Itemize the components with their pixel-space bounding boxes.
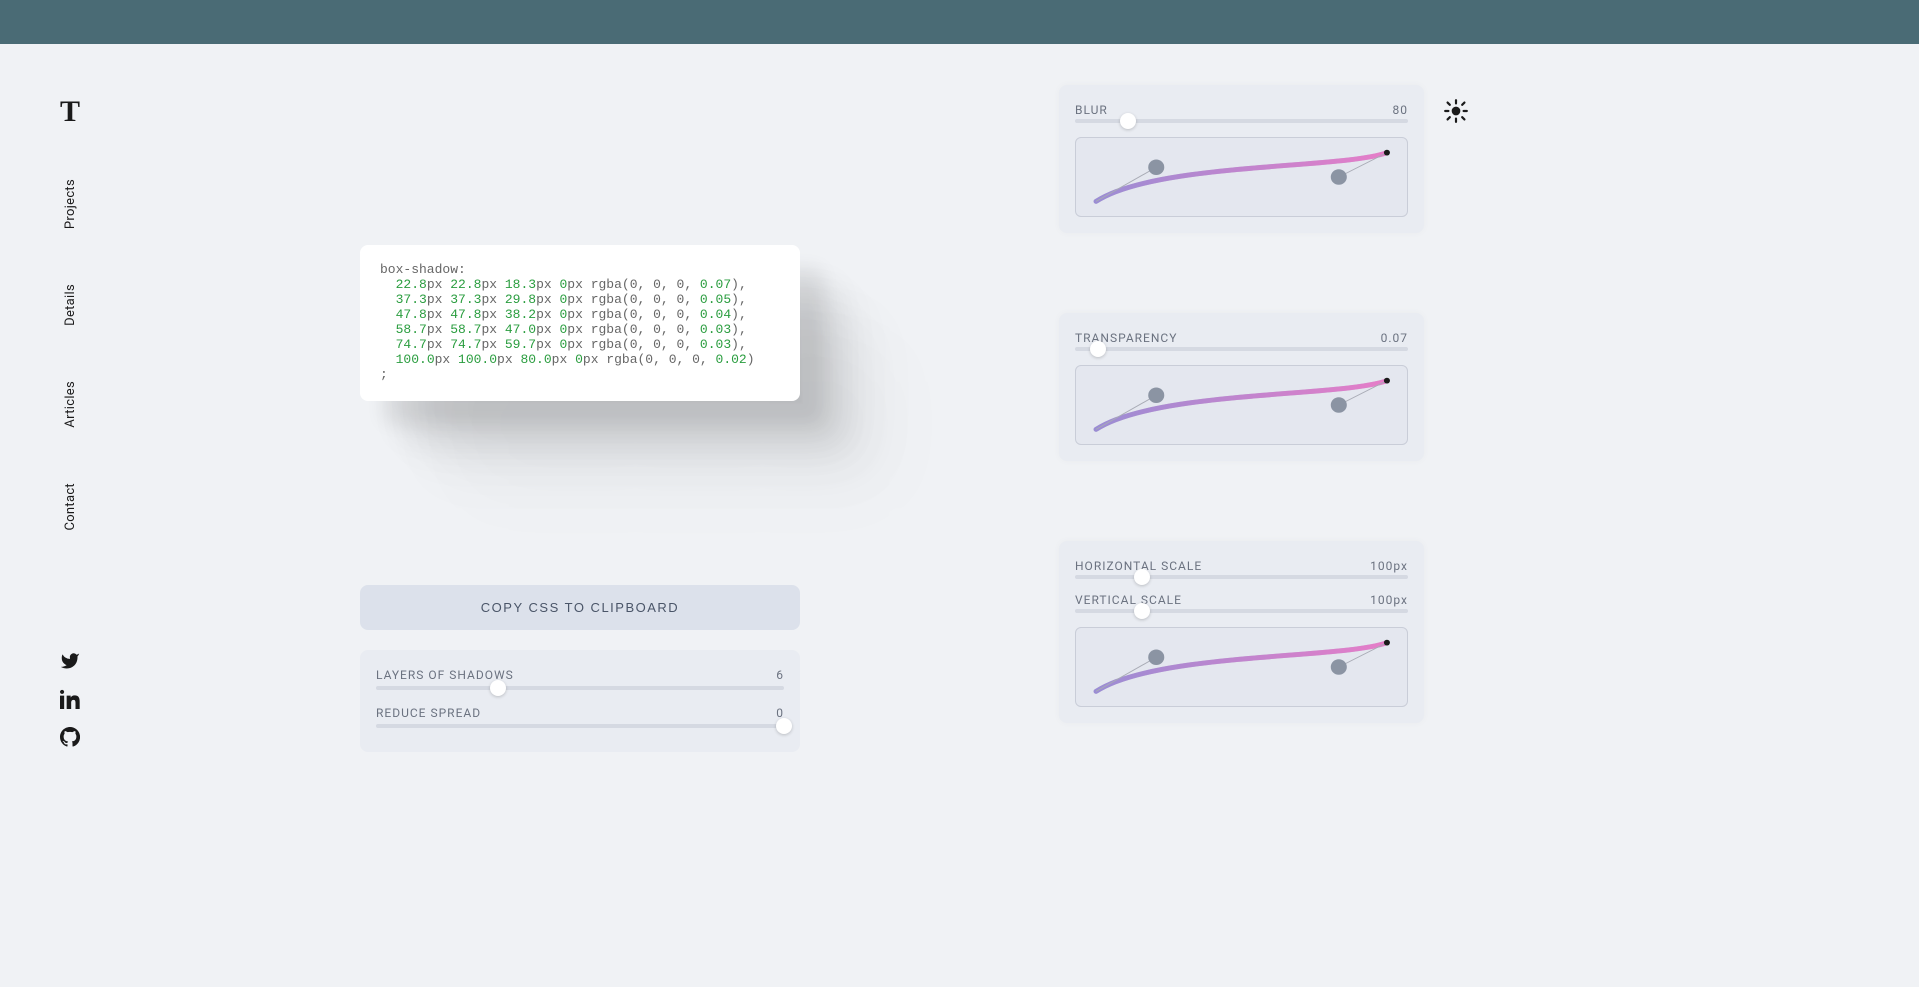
bezier-handle[interactable] (1148, 649, 1164, 665)
blur-value: 80 (1393, 103, 1409, 117)
hscale-value: 100px (1370, 559, 1408, 573)
nav-projects[interactable]: Projects (63, 179, 78, 229)
nav-articles[interactable]: Articles (63, 381, 78, 428)
transparency-thumb[interactable] (1090, 341, 1106, 357)
scale-bezier[interactable] (1075, 627, 1408, 707)
spread-thumb[interactable] (776, 718, 792, 734)
spread-row: REDUCE SPREAD 0 (376, 706, 784, 720)
bezier-end (1384, 640, 1390, 646)
bezier-handle[interactable] (1331, 397, 1347, 413)
controls-below: COPY CSS TO CLIPBOARD LAYERS OF SHADOWS … (360, 585, 800, 752)
blur-thumb[interactable] (1120, 113, 1136, 129)
bezier-end (1384, 378, 1390, 384)
vscale-slider[interactable] (1075, 609, 1408, 613)
blur-label: BLUR (1075, 103, 1108, 117)
copy-button[interactable]: COPY CSS TO CLIPBOARD (360, 585, 800, 630)
code-card: box-shadow: 22.8px 22.8px 18.3px 0px rgb… (360, 245, 800, 401)
layers-row: LAYERS OF SHADOWS 6 (376, 668, 784, 682)
vscale-value: 100px (1370, 593, 1408, 607)
nav-details[interactable]: Details (63, 284, 78, 326)
transparency-panel: TRANSPARENCY 0.07 (1059, 313, 1424, 461)
sidebar: T Projects Details Articles Contact (55, 95, 85, 530)
transparency-value: 0.07 (1381, 331, 1408, 345)
blur-slider[interactable] (1075, 119, 1408, 123)
vscale-row: VERTICAL SCALE 100px (1075, 593, 1408, 607)
layers-value: 6 (776, 668, 784, 682)
logo[interactable]: T (60, 95, 80, 129)
bezier-handle[interactable] (1148, 159, 1164, 175)
hscale-thumb[interactable] (1134, 569, 1150, 585)
bezier-end (1384, 150, 1390, 156)
transparency-slider[interactable] (1075, 347, 1408, 351)
blur-panel: BLUR 80 (1059, 85, 1424, 233)
twitter-icon[interactable] (60, 651, 80, 671)
bezier-handle[interactable] (1148, 387, 1164, 403)
hscale-slider[interactable] (1075, 575, 1408, 579)
bezier-handle[interactable] (1331, 659, 1347, 675)
layers-slider[interactable] (376, 686, 784, 690)
github-icon[interactable] (60, 727, 80, 747)
theme-toggle-icon[interactable] (1443, 98, 1469, 124)
spread-label: REDUCE SPREAD (376, 706, 481, 720)
nav-items: Projects Details Articles Contact (63, 179, 78, 530)
hscale-row: HORIZONTAL SCALE 100px (1075, 559, 1408, 573)
blur-bezier[interactable] (1075, 137, 1408, 217)
bottom-panel: LAYERS OF SHADOWS 6 REDUCE SPREAD 0 (360, 650, 800, 752)
transparency-bezier[interactable] (1075, 365, 1408, 445)
nav-contact[interactable]: Contact (63, 483, 78, 531)
transparency-label: TRANSPARENCY (1075, 331, 1177, 345)
layers-thumb[interactable] (490, 680, 506, 696)
code-preview: box-shadow: 22.8px 22.8px 18.3px 0px rgb… (360, 245, 800, 401)
bezier-handle[interactable] (1331, 169, 1347, 185)
top-bar (0, 0, 1919, 44)
right-panels: BLUR 80 TRANSPARENCY 0.07 (1059, 85, 1424, 723)
layers-label: LAYERS OF SHADOWS (376, 668, 514, 682)
spread-slider[interactable] (376, 724, 784, 728)
vscale-thumb[interactable] (1134, 603, 1150, 619)
vscale-label: VERTICAL SCALE (1075, 593, 1182, 607)
scale-panel: HORIZONTAL SCALE 100px VERTICAL SCALE 10… (1059, 541, 1424, 723)
linkedin-icon[interactable] (60, 689, 80, 709)
social-icons (60, 651, 80, 747)
transparency-row: TRANSPARENCY 0.07 (1075, 331, 1408, 345)
